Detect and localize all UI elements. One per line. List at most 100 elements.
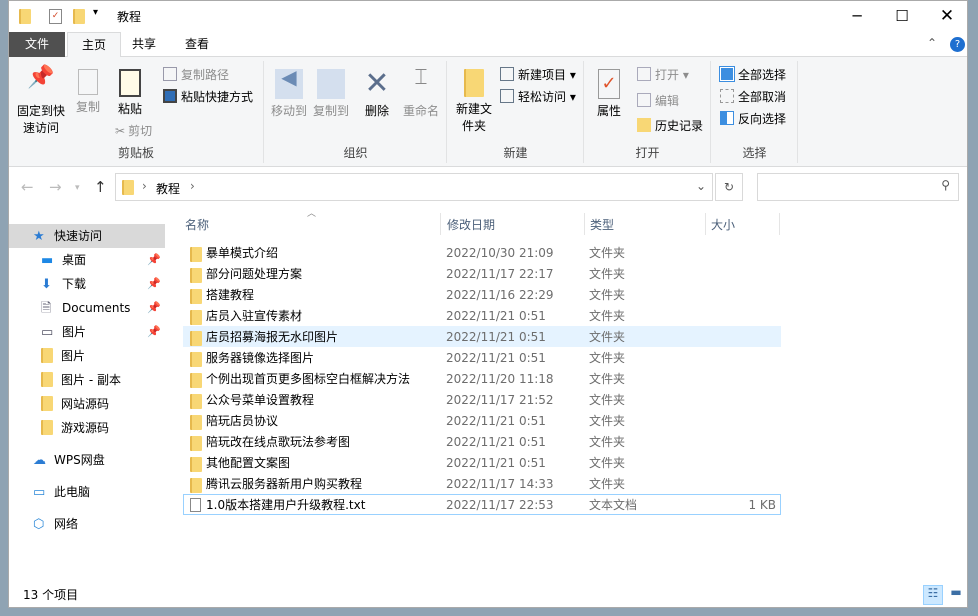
edit-button[interactable]: 编辑 — [637, 91, 679, 111]
select-all-button[interactable]: 全部选择 — [719, 65, 786, 85]
pin-quick-access-button[interactable]: 📌 固定到快速访问 — [13, 67, 69, 137]
new-item-button[interactable]: 新建项目 ▾ — [500, 65, 576, 85]
file-row[interactable]: 服务器镜像选择图片 2022/11/21 0:51 文件夹 — [183, 347, 781, 368]
new-group: 新建文件夹 新建项目 ▾ 轻松访问 ▾ 新建 — [448, 61, 584, 163]
easy-access-button[interactable]: 轻松访问 ▾ — [500, 87, 576, 107]
collapse-ribbon-icon[interactable]: ⌃ — [927, 36, 937, 50]
folder-icon — [190, 457, 202, 472]
breadcrumb-item[interactable]: 教程 — [156, 180, 180, 197]
close-button[interactable]: ✕ — [924, 1, 970, 31]
properties-icon: ✓ — [598, 69, 620, 99]
new-folder-icon[interactable] — [73, 9, 85, 24]
column-date[interactable]: 修改日期 — [447, 216, 495, 233]
properties-button[interactable]: ✓ 属性 — [591, 69, 627, 120]
sidebar-item-label: 游戏源码 — [61, 421, 110, 435]
file-row[interactable]: 公众号菜单设置教程 2022/11/17 21:52 文件夹 — [183, 389, 781, 410]
help-icon[interactable]: ? — [950, 37, 965, 52]
select-none-button[interactable]: 全部取消 — [720, 87, 786, 107]
file-row[interactable]: 暴单模式介绍 2022/10/30 21:09 文件夹 — [183, 242, 781, 263]
file-date: 2022/11/17 22:17 — [446, 267, 554, 281]
sidebar-item[interactable]: ⬇ 下载 📌 — [9, 272, 165, 296]
customize-toolbar-icon[interactable]: ▾ — [93, 7, 98, 18]
pin-icon[interactable]: 📌 — [147, 248, 161, 272]
open-button[interactable]: 打开 ▾ — [637, 65, 689, 85]
forward-button[interactable]: → — [49, 178, 62, 196]
file-type: 文件夹 — [589, 435, 626, 449]
move-to-button[interactable]: ◀ 移动到 — [269, 67, 309, 120]
tab-home[interactable]: 主页 — [67, 32, 122, 58]
folder-icon — [41, 396, 53, 411]
file-date: 2022/11/21 0:51 — [446, 456, 546, 470]
history-button[interactable]: 历史记录 — [637, 116, 703, 136]
file-name: 陪玩改在线点歌玩法参考图 — [206, 435, 351, 449]
sidebar-item-label: 桌面 — [62, 253, 87, 267]
copy-path-button[interactable]: 复制路径 — [163, 65, 229, 85]
open-icon — [637, 67, 651, 81]
file-row[interactable]: 其他配置文案图 2022/11/21 0:51 文件夹 — [183, 452, 781, 473]
paste-button[interactable]: 粘贴 — [112, 69, 148, 118]
sidebar-item[interactable]: 游戏源码 — [9, 416, 165, 440]
sidebar-item[interactable]: ▭ 图片 📌 — [9, 320, 165, 344]
folder-icon — [190, 478, 202, 493]
large-icons-view-button[interactable]: ▬ — [946, 585, 966, 605]
up-button[interactable]: ↑ — [94, 178, 107, 196]
computer-icon: ▭ — [33, 485, 46, 500]
file-row[interactable]: 部分问题处理方案 2022/11/17 22:17 文件夹 — [183, 263, 781, 284]
new-folder-button[interactable]: 新建文件夹 — [454, 69, 494, 135]
tab-view[interactable]: 查看 — [171, 32, 223, 57]
folder-icon — [41, 372, 53, 387]
details-view-button[interactable]: ☷ — [923, 585, 943, 605]
select-all-icon — [719, 66, 735, 82]
breadcrumb-separator-icon[interactable]: › — [190, 179, 195, 193]
file-row[interactable]: 陪玩店员协议 2022/11/21 0:51 文件夹 — [183, 410, 781, 431]
properties-icon[interactable]: ✓ — [49, 9, 62, 24]
navigation-pane: ★ 快速访问 ▬ 桌面 📌 ⬇ 下载 📌 🗎 Documents 📌 ▭ 图片 📌 图片 图片 - 副本 网站源… — [9, 224, 165, 536]
pin-icon[interactable]: 📌 — [147, 272, 161, 296]
tab-file[interactable]: 文件 — [9, 32, 65, 57]
pin-icon[interactable]: 📌 — [147, 296, 161, 320]
file-row[interactable]: 陪玩改在线点歌玩法参考图 2022/11/21 0:51 文件夹 — [183, 431, 781, 452]
sidebar-item[interactable]: 🗎 Documents 📌 — [9, 296, 165, 320]
refresh-button[interactable]: ↻ — [715, 173, 743, 201]
file-row[interactable]: 搭建教程 2022/11/16 22:29 文件夹 — [183, 284, 781, 305]
file-row[interactable]: 个例出现首页更多图标空白框解决方法 2022/11/20 11:18 文件夹 — [183, 368, 781, 389]
file-row[interactable]: 腾讯云服务器新用户购买教程 2022/11/17 14:33 文件夹 — [183, 473, 781, 494]
copy-to-button[interactable]: 复制到 — [311, 69, 351, 120]
sidebar-item[interactable]: ⬡ 网络 — [9, 512, 165, 536]
file-type: 文件夹 — [589, 288, 626, 302]
search-input[interactable] — [762, 175, 932, 199]
maximize-button[interactable]: ☐ — [879, 1, 925, 31]
file-date: 2022/10/30 21:09 — [446, 246, 554, 260]
invert-selection-button[interactable]: 反向选择 — [720, 109, 786, 129]
file-name: 陪玩店员协议 — [206, 414, 279, 428]
address-bar[interactable]: › 教程 › ⌄ — [115, 173, 713, 201]
paste-shortcut-button[interactable]: 粘贴快捷方式 — [163, 87, 253, 107]
sidebar-item[interactable]: ▬ 桌面 📌 — [9, 248, 165, 272]
sidebar-item[interactable]: ☁ WPS网盘 — [9, 448, 165, 472]
back-button[interactable]: ← — [21, 178, 34, 196]
column-type[interactable]: 类型 — [590, 216, 614, 233]
search-box[interactable]: ⚲ — [757, 173, 959, 201]
cut-button[interactable]: ✂ 剪切 — [115, 121, 152, 141]
copy-button[interactable]: 复制 — [71, 69, 105, 116]
sidebar-item[interactable]: 图片 — [9, 344, 165, 368]
file-row[interactable]: 1.0版本搭建用户升级教程.txt 2022/11/17 22:53 文本文档 1 K… — [183, 494, 781, 515]
file-type: 文件夹 — [589, 477, 626, 491]
file-row[interactable]: 店员招募海报无水印图片 2022/11/21 0:51 文件夹 — [183, 326, 781, 347]
minimize-button[interactable]: ─ — [834, 1, 880, 31]
sidebar-item[interactable]: 网站源码 — [9, 392, 165, 416]
copy-path-icon — [163, 67, 177, 81]
address-dropdown-icon[interactable]: ⌄ — [696, 179, 706, 193]
column-size[interactable]: 大小 — [711, 216, 735, 233]
pin-icon[interactable]: 📌 — [147, 320, 161, 344]
tab-share[interactable]: 共享 — [118, 32, 170, 57]
sidebar-item[interactable]: ★ 快速访问 — [9, 224, 165, 248]
file-row[interactable]: 店员入驻宣传素材 2022/11/21 0:51 文件夹 — [183, 305, 781, 326]
sidebar-item[interactable]: 图片 - 副本 — [9, 368, 165, 392]
column-name[interactable]: 名称 — [185, 216, 209, 233]
file-name: 店员招募海报无水印图片 — [206, 330, 339, 344]
rename-button[interactable]: ⌶ 重命名 — [401, 67, 441, 120]
sidebar-item[interactable]: ▭ 此电脑 — [9, 480, 165, 504]
recent-locations-button[interactable]: ▾ — [75, 183, 80, 193]
delete-button[interactable]: ✕ 删除 — [361, 69, 393, 120]
